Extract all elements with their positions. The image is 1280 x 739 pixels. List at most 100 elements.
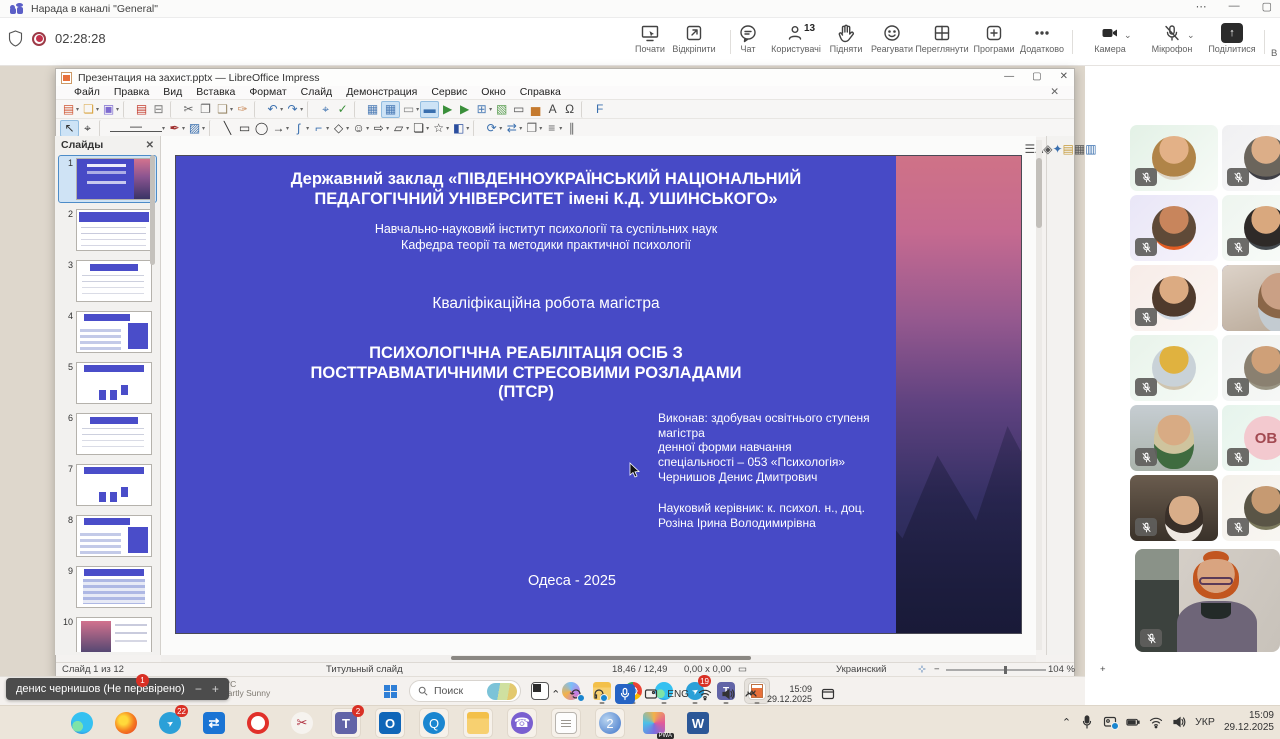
window-maximize-icon[interactable]: ▢ [1262,0,1272,13]
line-color-icon[interactable]: ✒▾ [166,120,186,137]
arrange-icon[interactable]: ❐▾ [523,120,543,137]
slides-panel-close-icon[interactable]: ✕ [146,140,154,151]
featured-participant-video[interactable] [1135,549,1280,652]
rectangle-icon[interactable]: ▭▾ [236,120,253,137]
snap-grid-icon[interactable]: ▦▾ [381,101,400,118]
wifi-icon[interactable] [1149,715,1163,729]
align-icon[interactable]: ≡▾ [543,120,563,137]
headphones-tray-icon[interactable] [592,687,606,701]
stars-icon[interactable]: ☆▾ [430,120,450,137]
wifi-tray-icon[interactable] [698,687,712,701]
horizontal-scrollbar[interactable] [161,655,1036,662]
slide[interactable]: Державний заклад «ПІВДЕННОУКРАЇНСЬКИЙ НА… [175,155,1022,634]
new-document-icon[interactable]: ▤▾ [60,101,80,118]
slide-thumbnail[interactable]: 4 [59,309,156,355]
keyboard-language-host[interactable]: УКР [1195,716,1215,728]
menu-item[interactable]: Демонстрация [339,86,424,98]
impress-maximize-icon[interactable]: ▢ [1032,71,1041,82]
menu-item[interactable]: Слайд [294,86,340,98]
paste-icon[interactable]: ❑▾ [214,101,234,118]
firefox-icon[interactable] [112,709,140,737]
mic-tray-icon[interactable] [1080,715,1094,729]
teams-icon[interactable]: T 2 [332,709,360,737]
chart-icon[interactable]: ▅▾ [527,101,544,118]
m365-icon[interactable]: PWA [640,709,668,737]
menu-item[interactable]: Формат [242,86,293,98]
impress-close-icon[interactable]: ✕ [1060,71,1068,82]
input-indicator-icon[interactable] [744,687,758,701]
document-close-icon[interactable]: ✕ [1043,86,1066,98]
slideshow-first-icon[interactable]: ▶▾ [439,101,456,118]
telegram-icon[interactable]: 22 [156,709,184,737]
curve-icon[interactable]: ʃ▾ [290,120,310,137]
menu-item[interactable]: Вставка [189,86,242,98]
export-pdf-icon[interactable]: ▤▾ [133,101,150,118]
zoom-out-button[interactable]: − [934,664,940,675]
zoom-slider[interactable] [946,669,1046,671]
special-character-icon[interactable]: Ω▾ [561,101,578,118]
slide-thumbnail[interactable]: 5 [59,360,156,406]
tray-chevron-icon[interactable]: ⌃ [1062,716,1071,729]
menu-item[interactable]: Вид [156,86,189,98]
notification-tray-icon[interactable] [821,687,835,701]
table-icon[interactable]: ⊞▾ [473,101,493,118]
participant-tile[interactable] [1222,335,1280,401]
textbox-icon[interactable]: A▾ [544,101,561,118]
impress-titlebar[interactable]: Презентация на захист.pptx — LibreOffice… [56,69,1074,86]
menu-item[interactable]: Справка [513,86,568,98]
slide-thumbnail[interactable]: 8 [59,513,156,559]
open-folder-icon[interactable]: ❏▾ [80,101,100,118]
ellipse-icon[interactable]: ◯▾ [253,120,270,137]
share-button[interactable]: ↑ Поділитися [1200,23,1264,54]
camera-button[interactable]: Камера [1078,23,1142,54]
clock-shared[interactable]: 15:0929.12.2025 [767,684,812,704]
outlook-icon[interactable]: O [376,709,404,737]
master-slides-icon[interactable]: ▤ [1063,142,1074,156]
arrow-icon[interactable]: →▾ [270,120,290,137]
menu-item[interactable]: Окно [474,86,512,98]
mic-active-tray-button[interactable] [615,684,635,704]
sidebar-settings-icon[interactable]: ☰ [1024,142,1035,156]
start-button-shared[interactable] [378,679,402,703]
search-app-icon[interactable]: Q [420,709,448,737]
impress-minimize-icon[interactable]: — [1004,71,1014,82]
find-replace-icon[interactable]: ⌖▾ [317,101,334,118]
snip-icon[interactable]: ✂ [288,709,316,737]
volume-icon[interactable] [1172,715,1186,729]
3d-objects-icon[interactable]: ◧▾ [450,120,470,137]
clone-formatting-icon[interactable]: ✑▾ [234,101,251,118]
line-icon[interactable]: ╲▾ [219,120,236,137]
volume-tray-icon[interactable] [721,687,735,701]
participant-tile[interactable] [1222,195,1280,261]
word-icon[interactable]: W [684,709,712,737]
basic-shapes-icon[interactable]: ◇▾ [330,120,350,137]
participant-tile[interactable] [1130,405,1218,471]
save-icon[interactable]: ▣▾ [100,101,120,118]
spelling-icon[interactable]: ✓▾ [334,101,351,118]
print-icon[interactable]: ⊟▾ [150,101,167,118]
copy-icon[interactable]: ❐▾ [197,101,214,118]
zoom-icon[interactable]: ⌖▾ [79,120,96,137]
media-icon[interactable]: ▭▾ [510,101,527,118]
line-width-icon[interactable]: —▾ [109,120,166,137]
select-icon[interactable]: ↖▾ [60,120,79,137]
keyboard-language-shared[interactable]: ENG [667,689,689,700]
battery-icon[interactable] [1126,715,1140,729]
screen-share-tray-icon[interactable] [1103,715,1117,729]
participant-tile[interactable]: ОВ [1222,405,1280,471]
slide-thumbnail[interactable]: 3 [59,258,156,304]
notepad-icon[interactable] [552,709,580,737]
participant-tile[interactable] [1222,475,1280,541]
display-grid-icon[interactable]: ▦▾ [364,101,381,118]
slide-thumbnail[interactable]: 7 [59,462,156,508]
viber-icon[interactable]: ☎ [508,709,536,737]
participant-tile[interactable] [1222,125,1280,191]
window-more-icon[interactable]: ⋯ [1196,0,1207,13]
taskbar-search-input[interactable]: Поиск [409,680,521,702]
flip-icon[interactable]: ⇄▾ [503,120,523,137]
microphone-chevron-icon[interactable]: ⌄ [1187,30,1195,41]
update-tray-icon[interactable] [569,687,583,701]
undo-icon[interactable]: ↶▾ [264,101,284,118]
menu-item[interactable]: Правка [107,86,156,98]
zoom-fit-icon[interactable]: ⊹ [918,664,926,675]
